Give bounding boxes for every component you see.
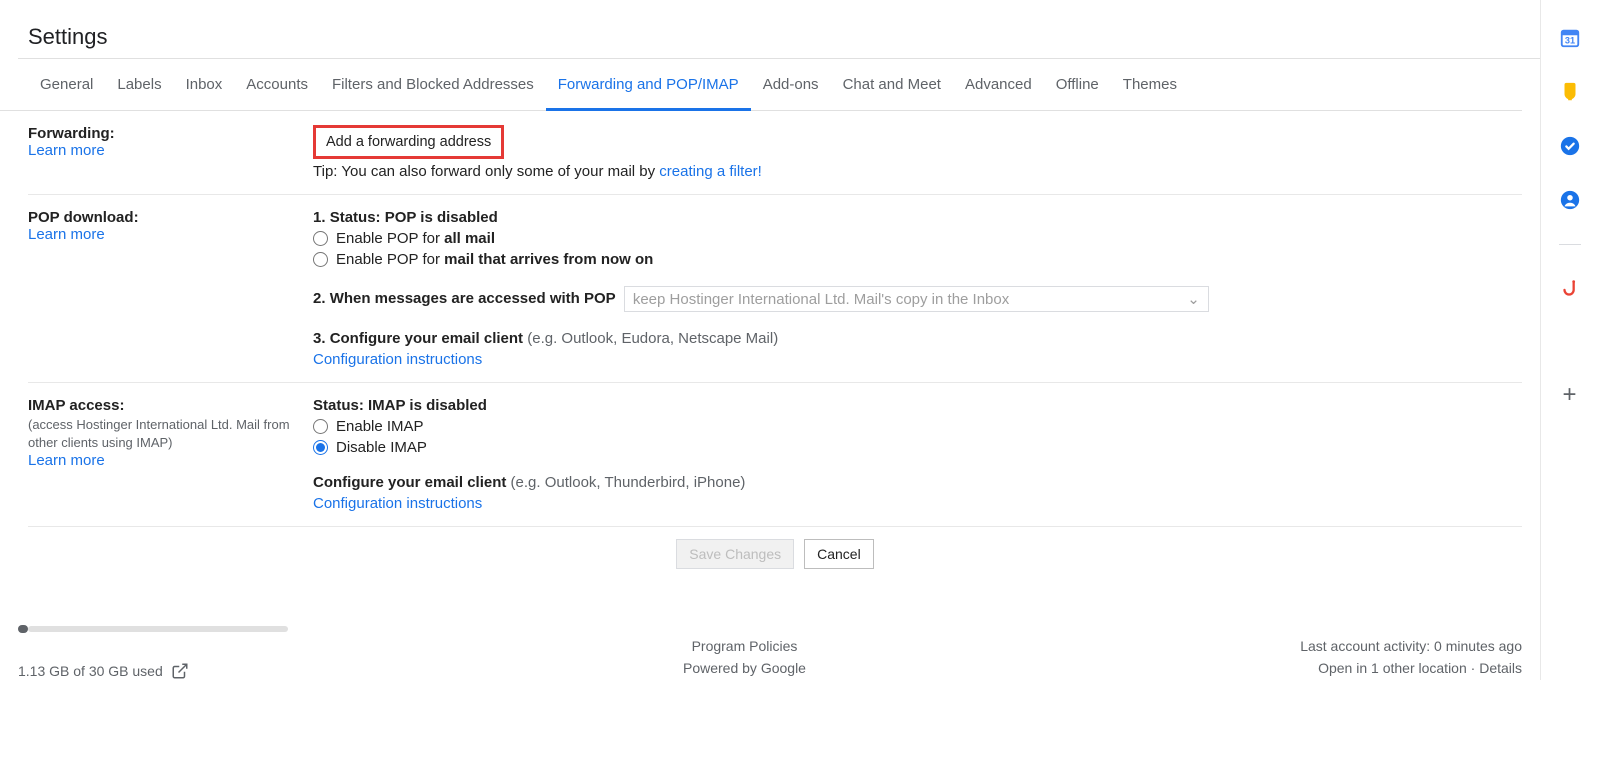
forwarding-tip: Tip: You can also forward only some of y… (313, 163, 1522, 180)
pop-learn-more-link[interactable]: Learn more (28, 226, 105, 243)
pop-step2: 2. When messages are accessed with POP k… (313, 286, 1522, 312)
pop-enable-new-label: Enable POP for mail that arrives from no… (336, 251, 653, 268)
phishing-icon[interactable] (1558, 277, 1582, 301)
pop-config-instructions-link[interactable]: Configuration instructions (313, 351, 482, 368)
save-changes-button: Save Changes (676, 539, 794, 569)
imap-disable-option[interactable]: Disable IMAP (313, 439, 1522, 456)
pop-enable-new-option[interactable]: Enable POP for mail that arrives from no… (313, 251, 1522, 268)
tab-accounts[interactable]: Accounts (234, 59, 320, 110)
tab-labels[interactable]: Labels (105, 59, 173, 110)
open-location-text: Open in 1 other location · (1318, 660, 1479, 676)
tasks-icon[interactable] (1558, 134, 1582, 158)
imap-config-instructions-link[interactable]: Configuration instructions (313, 495, 482, 512)
pop-action-select[interactable]: keep Hostinger International Ltd. Mail's… (624, 286, 1209, 312)
tab-inbox[interactable]: Inbox (174, 59, 235, 110)
tab-offline[interactable]: Offline (1044, 59, 1111, 110)
imap-status: Status: IMAP is disabled (313, 397, 1522, 414)
pop-enable-all-label: Enable POP for all mail (336, 230, 495, 247)
pop-section: POP download: Learn more 1. Status: POP … (28, 195, 1522, 383)
calendar-icon[interactable]: 31 (1558, 26, 1582, 50)
tab-advanced[interactable]: Advanced (953, 59, 1044, 110)
tab-filters[interactable]: Filters and Blocked Addresses (320, 59, 546, 110)
svg-text:31: 31 (1564, 36, 1574, 46)
horizontal-scrollbar[interactable] (18, 625, 1540, 633)
imap-disable-radio[interactable] (313, 440, 328, 455)
side-panel: 31 + (1540, 0, 1598, 680)
imap-disable-label: Disable IMAP (336, 439, 427, 456)
pop-enable-all-option[interactable]: Enable POP for all mail (313, 230, 1522, 247)
tab-chat-meet[interactable]: Chat and Meet (831, 59, 953, 110)
pop-enable-new-radio[interactable] (313, 252, 328, 267)
pop-step3: 3. Configure your email client (e.g. Out… (313, 330, 1522, 347)
scroll-thumb[interactable] (18, 625, 28, 633)
side-separator (1559, 244, 1581, 245)
imap-enable-radio[interactable] (313, 419, 328, 434)
tab-forwarding-pop-imap[interactable]: Forwarding and POP/IMAP (546, 59, 751, 111)
imap-enable-label: Enable IMAP (336, 418, 424, 435)
imap-label: IMAP access: (28, 397, 313, 414)
tab-addons[interactable]: Add-ons (751, 59, 831, 110)
pop-action-select-value: keep Hostinger International Ltd. Mail's… (633, 291, 1009, 308)
actions-row: Save Changes Cancel (28, 527, 1522, 583)
imap-configure: Configure your email client (e.g. Outloo… (313, 474, 1522, 491)
imap-section: IMAP access: (access Hostinger Internati… (28, 383, 1522, 527)
create-filter-link[interactable]: creating a filter! (659, 163, 762, 180)
pop-label: POP download: (28, 209, 313, 226)
imap-enable-option[interactable]: Enable IMAP (313, 418, 1522, 435)
scroll-track[interactable] (28, 626, 288, 632)
storage-text: 1.13 GB of 30 GB used (18, 663, 163, 679)
forwarding-label: Forwarding: (28, 125, 313, 142)
tab-themes[interactable]: Themes (1111, 59, 1189, 110)
imap-learn-more-link[interactable]: Learn more (28, 452, 105, 469)
add-addon-button[interactable]: + (1562, 381, 1576, 409)
forwarding-learn-more-link[interactable]: Learn more (28, 142, 105, 159)
tab-general[interactable]: General (28, 59, 105, 110)
highlight-box: Add a forwarding address (313, 125, 504, 159)
tip-text: Tip: You can also forward only some of y… (313, 163, 659, 180)
imap-sublabel: (access Hostinger International Ltd. Mai… (28, 416, 313, 452)
powered-by-text: Powered by Google (683, 657, 806, 679)
pop-status: 1. Status: POP is disabled (313, 209, 1522, 226)
account-activity-text: Last account activity: 0 minutes ago (1300, 635, 1522, 657)
chevron-down-icon: ⌄ (1187, 290, 1200, 308)
contacts-icon[interactable] (1558, 188, 1582, 212)
external-link-icon[interactable] (171, 662, 189, 680)
pop-enable-all-radio[interactable] (313, 231, 328, 246)
add-forwarding-address-button[interactable]: Add a forwarding address (316, 128, 501, 156)
page-title: Settings (0, 0, 1540, 58)
forwarding-section: Forwarding: Learn more Add a forwarding … (28, 111, 1522, 195)
settings-tabs: General Labels Inbox Accounts Filters an… (0, 59, 1522, 111)
details-link[interactable]: Details (1479, 660, 1522, 676)
program-policies-link[interactable]: Program Policies (692, 638, 798, 654)
keep-icon[interactable] (1558, 80, 1582, 104)
cancel-button[interactable]: Cancel (804, 539, 874, 569)
footer: 1.13 GB of 30 GB used Program Policies P… (0, 633, 1540, 680)
